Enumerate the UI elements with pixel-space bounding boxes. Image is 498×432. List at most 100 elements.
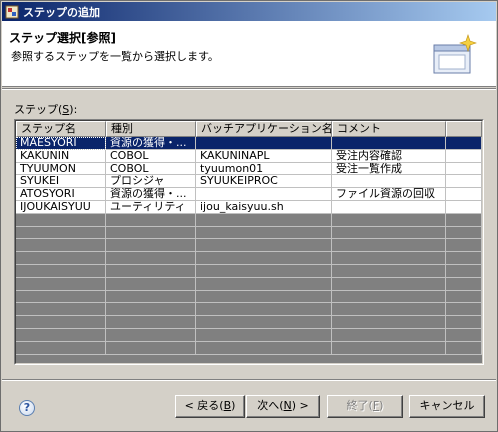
empty-cell (446, 328, 482, 342)
cell-type: プロシジャ (106, 175, 196, 189)
wizard-banner-icon (430, 31, 478, 77)
empty-cell (16, 316, 106, 329)
next-button[interactable]: 次へ(N) > (246, 395, 320, 418)
wizard-dialog: ステップの追加 ステップ選択[参照] 参照するステップを一覧から選択します。 ス… (0, 0, 498, 432)
empty-cell (446, 264, 482, 278)
window-title: ステップの追加 (23, 5, 100, 19)
empty-cell (16, 277, 106, 291)
empty-cell (196, 239, 332, 253)
empty-cell (332, 303, 446, 317)
table-header: ステップ名 種別 バッチアプリケーション名 コメント (16, 121, 482, 137)
cell-comment: ファイル資源の回収 (332, 188, 446, 201)
help-icon[interactable]: ? (19, 400, 35, 416)
table-row[interactable]: SYUKEI プロシジャ SYUUKEIPROC (16, 175, 482, 189)
empty-cell (16, 264, 106, 278)
empty-cell (332, 341, 446, 355)
cell-filler (446, 137, 482, 150)
empty-cell (332, 239, 446, 253)
empty-table-row (16, 213, 482, 227)
table-row[interactable]: MAESYORI 資源の獲得・... (16, 137, 482, 150)
cell-step-name: KAKUNIN (16, 149, 106, 163)
cell-batch-app: SYUUKEIPROC (196, 175, 332, 189)
table-body: MAESYORI 資源の獲得・... KAKUNIN COBOL KAKUNINAPL 受… (16, 137, 482, 355)
steps-table[interactable]: ステップ名 種別 バッチアプリケーション名 コメント MAESYORI 資源の獲得… (14, 119, 484, 365)
empty-cell (332, 277, 446, 291)
empty-cell (332, 328, 446, 342)
cell-filler (446, 149, 482, 163)
empty-cell (106, 213, 196, 227)
empty-cell (16, 239, 106, 253)
empty-cell (446, 226, 482, 240)
column-header-step-name[interactable]: ステップ名 (16, 121, 106, 137)
cell-step-name: TYUUMON (16, 162, 106, 176)
table-row[interactable]: TYUUMON COBOL tyuumon01 受注一覧作成 (16, 162, 482, 176)
cell-comment: 受注内容確認 (332, 149, 446, 163)
empty-table-row (16, 239, 482, 253)
cell-step-name: MAESYORI (16, 137, 106, 150)
empty-cell (446, 252, 482, 265)
empty-cell (106, 277, 196, 291)
empty-cell (446, 303, 482, 317)
table-row[interactable]: KAKUNIN COBOL KAKUNINAPL 受注内容確認 (16, 149, 482, 163)
cell-comment: 受注一覧作成 (332, 162, 446, 176)
empty-cell (446, 277, 482, 291)
empty-cell (106, 303, 196, 317)
empty-cell (196, 226, 332, 240)
empty-cell (332, 226, 446, 240)
cell-step-name: IJOUKAISYUU (16, 200, 106, 214)
title-bar[interactable]: ステップの追加 (2, 2, 496, 21)
cell-batch-app: tyuumon01 (196, 162, 332, 176)
page-title: ステップ選択[参照] (9, 31, 116, 45)
empty-cell (106, 341, 196, 355)
empty-cell (16, 252, 106, 265)
empty-cell (196, 264, 332, 278)
finish-button[interactable]: 終了(F) (327, 395, 403, 418)
empty-cell (106, 316, 196, 329)
cell-type: 資源の獲得・... (106, 188, 196, 201)
empty-table-row (16, 226, 482, 240)
empty-cell (196, 341, 332, 355)
cell-filler (446, 200, 482, 214)
cell-filler (446, 175, 482, 189)
wizard-header: ステップ選択[参照] 参照するステップを一覧から選択します。 (2, 21, 496, 87)
empty-cell (106, 264, 196, 278)
empty-table-row (16, 252, 482, 265)
empty-cell (106, 290, 196, 304)
empty-cell (196, 328, 332, 342)
empty-cell (446, 316, 482, 329)
empty-table-row (16, 316, 482, 329)
cell-comment (332, 175, 446, 189)
empty-cell (16, 226, 106, 240)
empty-cell (332, 264, 446, 278)
empty-table-row (16, 303, 482, 317)
cell-comment (332, 200, 446, 214)
cell-filler (446, 162, 482, 176)
empty-cell (332, 290, 446, 304)
cancel-button[interactable]: キャンセル (409, 395, 485, 418)
column-header-batch-app[interactable]: バッチアプリケーション名 (196, 121, 332, 137)
empty-cell (16, 290, 106, 304)
header-separator (2, 88, 496, 90)
column-header-type[interactable]: 種別 (106, 121, 196, 137)
cell-batch-app: ijou_kaisyuu.sh (196, 200, 332, 214)
cell-type: COBOL (106, 162, 196, 176)
app-icon (5, 5, 19, 19)
empty-cell (446, 239, 482, 253)
empty-table-row (16, 264, 482, 278)
cell-type: 資源の獲得・... (106, 137, 196, 150)
empty-cell (196, 213, 332, 227)
empty-cell (106, 252, 196, 265)
page-description: 参照するステップを一覧から選択します。 (11, 50, 219, 63)
column-header-filler (446, 121, 482, 137)
empty-table-row (16, 341, 482, 355)
table-row[interactable]: IJOUKAISYUU ユーティリティ ijou_kaisyuu.sh (16, 200, 482, 214)
empty-cell (446, 341, 482, 355)
empty-cell (16, 303, 106, 317)
column-header-comment[interactable]: コメント (332, 121, 446, 137)
empty-cell (106, 328, 196, 342)
cell-batch-app: KAKUNINAPL (196, 149, 332, 163)
table-row[interactable]: ATOSYORI 資源の獲得・... ファイル資源の回収 (16, 188, 482, 201)
back-button[interactable]: < 戻る(B) (175, 395, 245, 418)
empty-cell (196, 277, 332, 291)
steps-label: ステップ(S): (14, 103, 78, 116)
